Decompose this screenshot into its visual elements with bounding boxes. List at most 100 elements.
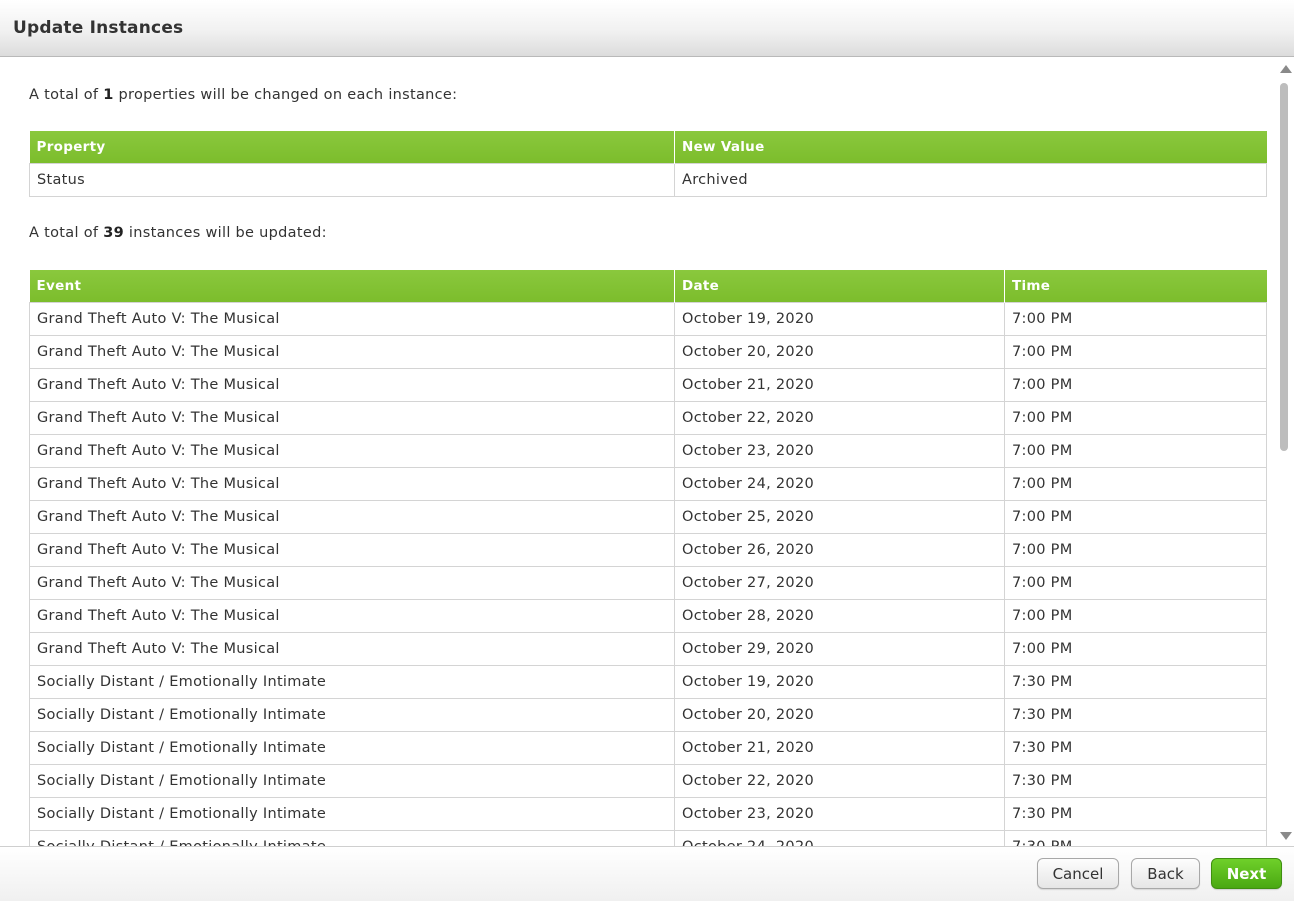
chevron-down-icon[interactable] — [1280, 832, 1292, 840]
date-cell: October 22, 2020 — [674, 763, 1005, 798]
table-row: Status Archived — [29, 162, 1267, 197]
date-cell: October 21, 2020 — [674, 730, 1005, 765]
content-scrollbar[interactable] — [1276, 58, 1294, 846]
update-instances-dialog: Update Instances A total of 1 properties… — [0, 0, 1294, 901]
event-cell: Grand Theft Auto V: The Musical — [29, 367, 675, 402]
time-cell: 7:30 PM — [1004, 730, 1267, 765]
table-row: Socially Distant / Emotionally IntimateO… — [29, 796, 1267, 831]
properties-header-row: Property New Value — [29, 131, 1267, 163]
time-cell: 7:00 PM — [1004, 598, 1267, 633]
date-cell: October 20, 2020 — [674, 334, 1005, 369]
time-cell: 7:30 PM — [1004, 697, 1267, 732]
table-row: Socially Distant / Emotionally IntimateO… — [29, 664, 1267, 699]
time-cell: 7:00 PM — [1004, 400, 1267, 435]
instances-header-row: Event Date Time — [29, 270, 1267, 302]
property-cell: Status — [29, 162, 675, 197]
table-row: Socially Distant / Emotionally IntimateO… — [29, 829, 1267, 846]
table-row: Grand Theft Auto V: The Musical October 2… — [29, 532, 1267, 567]
time-cell: 7:30 PM — [1004, 664, 1267, 699]
time-cell: 7:00 PM — [1004, 499, 1267, 534]
date-cell: October 29, 2020 — [674, 631, 1005, 666]
date-cell: October 23, 2020 — [674, 796, 1005, 831]
time-cell: 7:00 PM — [1004, 631, 1267, 666]
event-cell: Socially Distant / Emotionally Intimate — [29, 796, 675, 831]
column-header-new-value: New Value — [674, 131, 1267, 163]
table-row: Grand Theft Auto V: The Musical October 2… — [29, 433, 1267, 468]
date-cell: October 26, 2020 — [674, 532, 1005, 567]
properties-count: 1 — [103, 87, 114, 103]
table-row: Grand Theft Auto V: The Musical October 2… — [29, 565, 1267, 600]
event-cell: Grand Theft Auto V: The Musical — [29, 400, 675, 435]
date-cell: October 21, 2020 — [674, 367, 1005, 402]
event-cell: Socially Distant / Emotionally Intimate — [29, 730, 675, 765]
event-cell: Socially Distant / Emotionally Intimate — [29, 697, 675, 732]
event-cell: Grand Theft Auto V: The Musical — [29, 301, 675, 336]
instances-count: 39 — [103, 225, 124, 241]
time-cell: 7:00 PM — [1004, 433, 1267, 468]
table-row: Socially Distant / Emotionally IntimateO… — [29, 730, 1267, 765]
table-row: Grand Theft Auto V: The Musical October 2… — [29, 367, 1267, 402]
time-cell: 7:30 PM — [1004, 796, 1267, 831]
event-cell: Grand Theft Auto V: The Musical — [29, 433, 675, 468]
date-cell: October 19, 2020 — [674, 664, 1005, 699]
column-header-date: Date — [674, 270, 1005, 302]
date-cell: October 23, 2020 — [674, 433, 1005, 468]
event-cell: Grand Theft Auto V: The Musical — [29, 532, 675, 567]
table-row: Grand Theft Auto V: The Musical October 2… — [29, 499, 1267, 534]
time-cell: 7:00 PM — [1004, 334, 1267, 369]
table-row: Grand Theft Auto V: The Musical October 2… — [29, 334, 1267, 369]
time-cell: 7:00 PM — [1004, 367, 1267, 402]
event-cell: Socially Distant / Emotionally Intimate — [29, 829, 675, 846]
dialog-titlebar: Update Instances — [0, 0, 1294, 57]
properties-table: Property New Value Status Archived — [29, 131, 1267, 197]
instances-summary: A total of 39 instances will be updated: — [29, 225, 327, 241]
table-row: Socially Distant / Emotionally IntimateO… — [29, 763, 1267, 798]
instances-summary-suffix: instances will be updated: — [128, 225, 327, 241]
time-cell: 7:00 PM — [1004, 532, 1267, 567]
table-row: Socially Distant / Emotionally IntimateO… — [29, 697, 1267, 732]
column-header-property: Property — [29, 131, 675, 163]
table-row: Grand Theft Auto V: The Musical October 2… — [29, 598, 1267, 633]
new-value-cell: Archived — [674, 162, 1267, 197]
properties-summary: A total of 1 properties will be changed … — [29, 87, 457, 103]
event-cell: Grand Theft Auto V: The Musical — [29, 631, 675, 666]
date-cell: October 27, 2020 — [674, 565, 1005, 600]
table-row: Grand Theft Auto V: The Musical October 2… — [29, 400, 1267, 435]
date-cell: October 28, 2020 — [674, 598, 1005, 633]
time-cell: 7:30 PM — [1004, 829, 1267, 846]
back-button[interactable]: Back — [1131, 858, 1200, 889]
table-row: Grand Theft Auto V: The Musical October 1… — [29, 301, 1267, 336]
instances-table-body: Grand Theft Auto V: The Musical October 1… — [29, 301, 1267, 846]
cancel-button[interactable]: Cancel — [1037, 858, 1119, 889]
event-cell: Grand Theft Auto V: The Musical — [29, 598, 675, 633]
dialog-footer: Cancel Back Next — [0, 846, 1294, 901]
dialog-content: A total of 1 properties will be changed … — [0, 58, 1276, 846]
date-cell: October 19, 2020 — [674, 301, 1005, 336]
table-row: Grand Theft Auto V: The Musical October 2… — [29, 631, 1267, 666]
date-cell: October 20, 2020 — [674, 697, 1005, 732]
event-cell: Grand Theft Auto V: The Musical — [29, 334, 675, 369]
event-cell: Grand Theft Auto V: The Musical — [29, 565, 675, 600]
date-cell: October 25, 2020 — [674, 499, 1005, 534]
table-row: Grand Theft Auto V: The Musical October 2… — [29, 466, 1267, 501]
date-cell: October 22, 2020 — [674, 400, 1005, 435]
event-cell: Grand Theft Auto V: The Musical — [29, 466, 675, 501]
time-cell: 7:00 PM — [1004, 466, 1267, 501]
scrollbar-thumb[interactable] — [1280, 83, 1288, 451]
date-cell: October 24, 2020 — [674, 829, 1005, 846]
time-cell: 7:00 PM — [1004, 565, 1267, 600]
event-cell: Socially Distant / Emotionally Intimate — [29, 763, 675, 798]
instances-summary-prefix: A total of — [29, 225, 99, 241]
properties-summary-suffix: properties will be changed on each insta… — [118, 87, 458, 103]
time-cell: 7:00 PM — [1004, 301, 1267, 336]
time-cell: 7:30 PM — [1004, 763, 1267, 798]
dialog-title: Update Instances — [13, 18, 184, 38]
column-header-event: Event — [29, 270, 675, 302]
chevron-up-icon[interactable] — [1280, 65, 1292, 73]
event-cell: Grand Theft Auto V: The Musical — [29, 499, 675, 534]
event-cell: Socially Distant / Emotionally Intimate — [29, 664, 675, 699]
date-cell: October 24, 2020 — [674, 466, 1005, 501]
next-button[interactable]: Next — [1211, 858, 1282, 889]
instances-table: Event Date Time Grand Theft Auto V: The … — [29, 270, 1267, 846]
properties-summary-prefix: A total of — [29, 87, 99, 103]
